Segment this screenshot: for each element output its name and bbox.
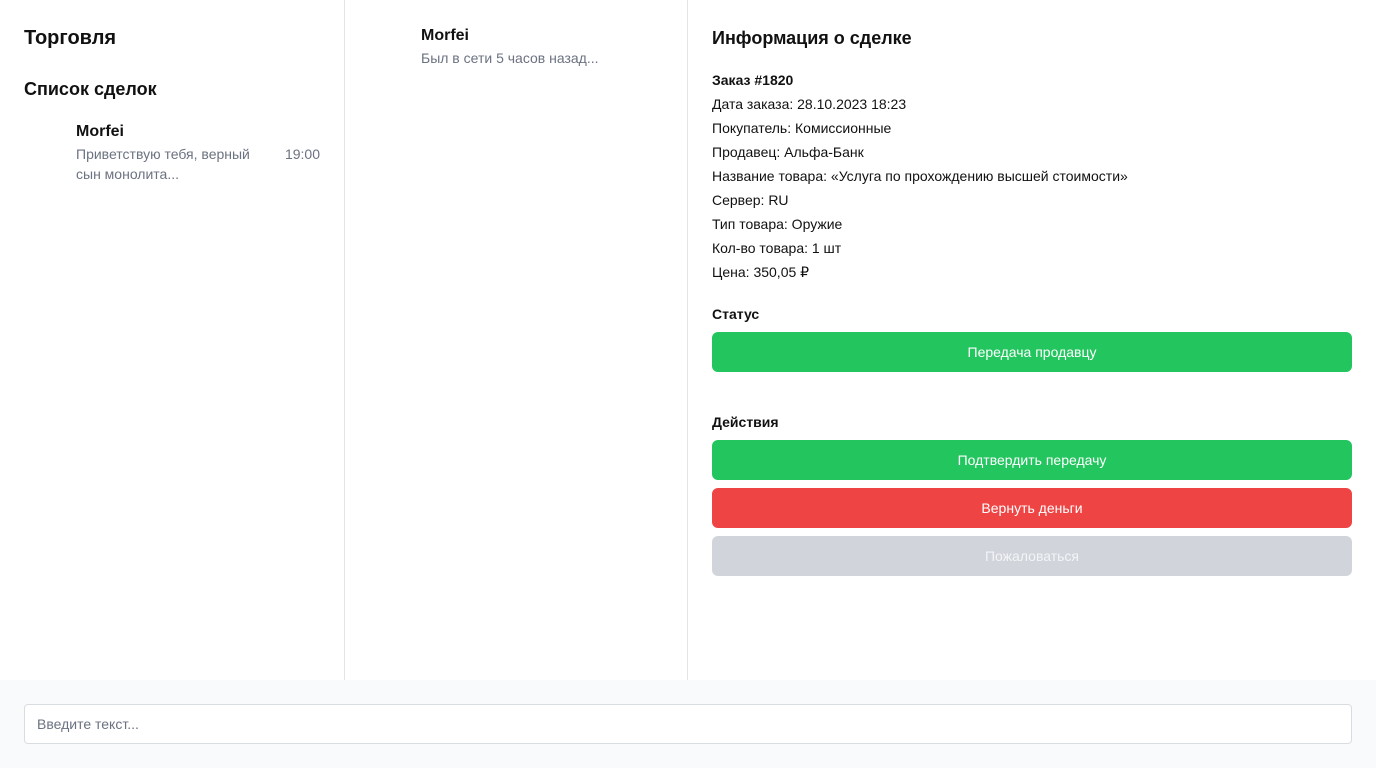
buyer: Покупатель: Комиссионные	[712, 120, 892, 136]
deal-item-body: Morfei Приветствую тебя, верный сын моно…	[76, 122, 285, 184]
trading-app: Торговля Список сделок Morfei Приветству…	[0, 0, 1376, 768]
complain-button[interactable]: Пожаловаться	[712, 536, 1352, 576]
status-label: Статус	[712, 306, 760, 322]
refund-button[interactable]: Вернуть деньги	[712, 488, 1352, 528]
product-type: Тип товара: Оружие	[712, 216, 843, 232]
main-columns: Торговля Список сделок Morfei Приветству…	[0, 0, 1376, 680]
deals-list-title: Список сделок	[24, 79, 157, 99]
seller: Продавец: Альфа-Банк	[712, 144, 864, 160]
message-input[interactable]	[24, 704, 1352, 744]
status-badge: Передача продавцу	[712, 332, 1352, 372]
deal-item-name: Morfei	[76, 123, 124, 140]
actions-label: Действия	[712, 414, 779, 430]
actions-group: Подтвердить передачу Вернуть деньги Пожа…	[712, 440, 1352, 576]
price: Цена: 350,05 ₽	[712, 264, 810, 280]
deal-item-preview: Приветствую тебя, верный сын монолита...	[76, 146, 250, 182]
product-name: Название товара: «Услуга по прохождению …	[712, 168, 1128, 184]
deal-list-item[interactable]: Morfei Приветствую тебя, верный сын моно…	[24, 122, 320, 184]
confirm-transfer-button[interactable]: Подтвердить передачу	[712, 440, 1352, 480]
deal-info-panel: Информация о сделке Заказ #1820 Дата зак…	[688, 0, 1376, 680]
chat-contact-status: Был в сети 5 часов назад...	[421, 50, 599, 66]
quantity: Кол-во товара: 1 шт	[712, 240, 842, 256]
avatar	[24, 122, 64, 162]
deal-info-title: Информация о сделке	[712, 28, 912, 48]
order-number: Заказ #1820	[712, 72, 794, 88]
deal-info-list: Заказ #1820 Дата заказа: 28.10.2023 18:2…	[712, 68, 1352, 284]
chat-contact-name: Morfei	[421, 27, 469, 44]
deals-sidebar: Торговля Список сделок Morfei Приветству…	[0, 0, 345, 680]
chat-panel: Morfei Был в сети 5 часов назад...	[345, 0, 688, 680]
deal-item-time: 19:00	[284, 146, 320, 162]
order-date: Дата заказа: 28.10.2023 18:23	[712, 96, 907, 112]
app-title: Торговля	[24, 27, 117, 49]
server: Сервер: RU	[712, 192, 789, 208]
message-composer	[0, 680, 1376, 768]
